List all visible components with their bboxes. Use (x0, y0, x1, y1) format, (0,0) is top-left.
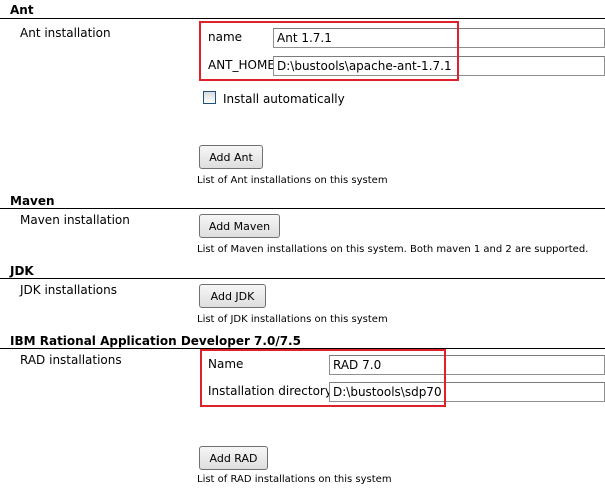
add-ant-button[interactable]: Add Ant (199, 145, 263, 169)
rad-highlight-box (200, 349, 446, 407)
maven-section-title: Maven (10, 194, 55, 208)
ant-installation-label: Ant installation (20, 26, 111, 40)
jdk-section-rule (0, 278, 605, 279)
add-rad-button[interactable]: Add RAD (199, 446, 268, 470)
ant-highlight-box (199, 21, 459, 81)
install-automatically-label: Install automatically (223, 92, 345, 106)
maven-section-rule (0, 208, 605, 209)
jdk-installations-label: JDK installations (20, 283, 117, 297)
rad-section-title: IBM Rational Application Developer 7.0/7… (10, 334, 301, 348)
rad-description: List of RAD installations on this system (197, 474, 392, 485)
rad-installations-label: RAD installations (20, 353, 122, 367)
jdk-description: List of JDK installations on this system (197, 314, 388, 325)
ant-section-rule (0, 18, 605, 19)
add-jdk-button[interactable]: Add JDK (199, 284, 266, 308)
jdk-section-title: JDK (10, 264, 34, 278)
ant-description: List of Ant installations on this system (197, 175, 388, 186)
maven-installation-label: Maven installation (20, 213, 130, 227)
maven-description: List of Maven installations on this syst… (197, 244, 589, 255)
add-maven-button[interactable]: Add Maven (199, 214, 280, 238)
ant-section-title: Ant (10, 3, 34, 17)
install-automatically-checkbox[interactable] (203, 91, 216, 104)
tool-configuration-page: Ant Ant installation name ANT_HOME Insta… (0, 0, 605, 489)
